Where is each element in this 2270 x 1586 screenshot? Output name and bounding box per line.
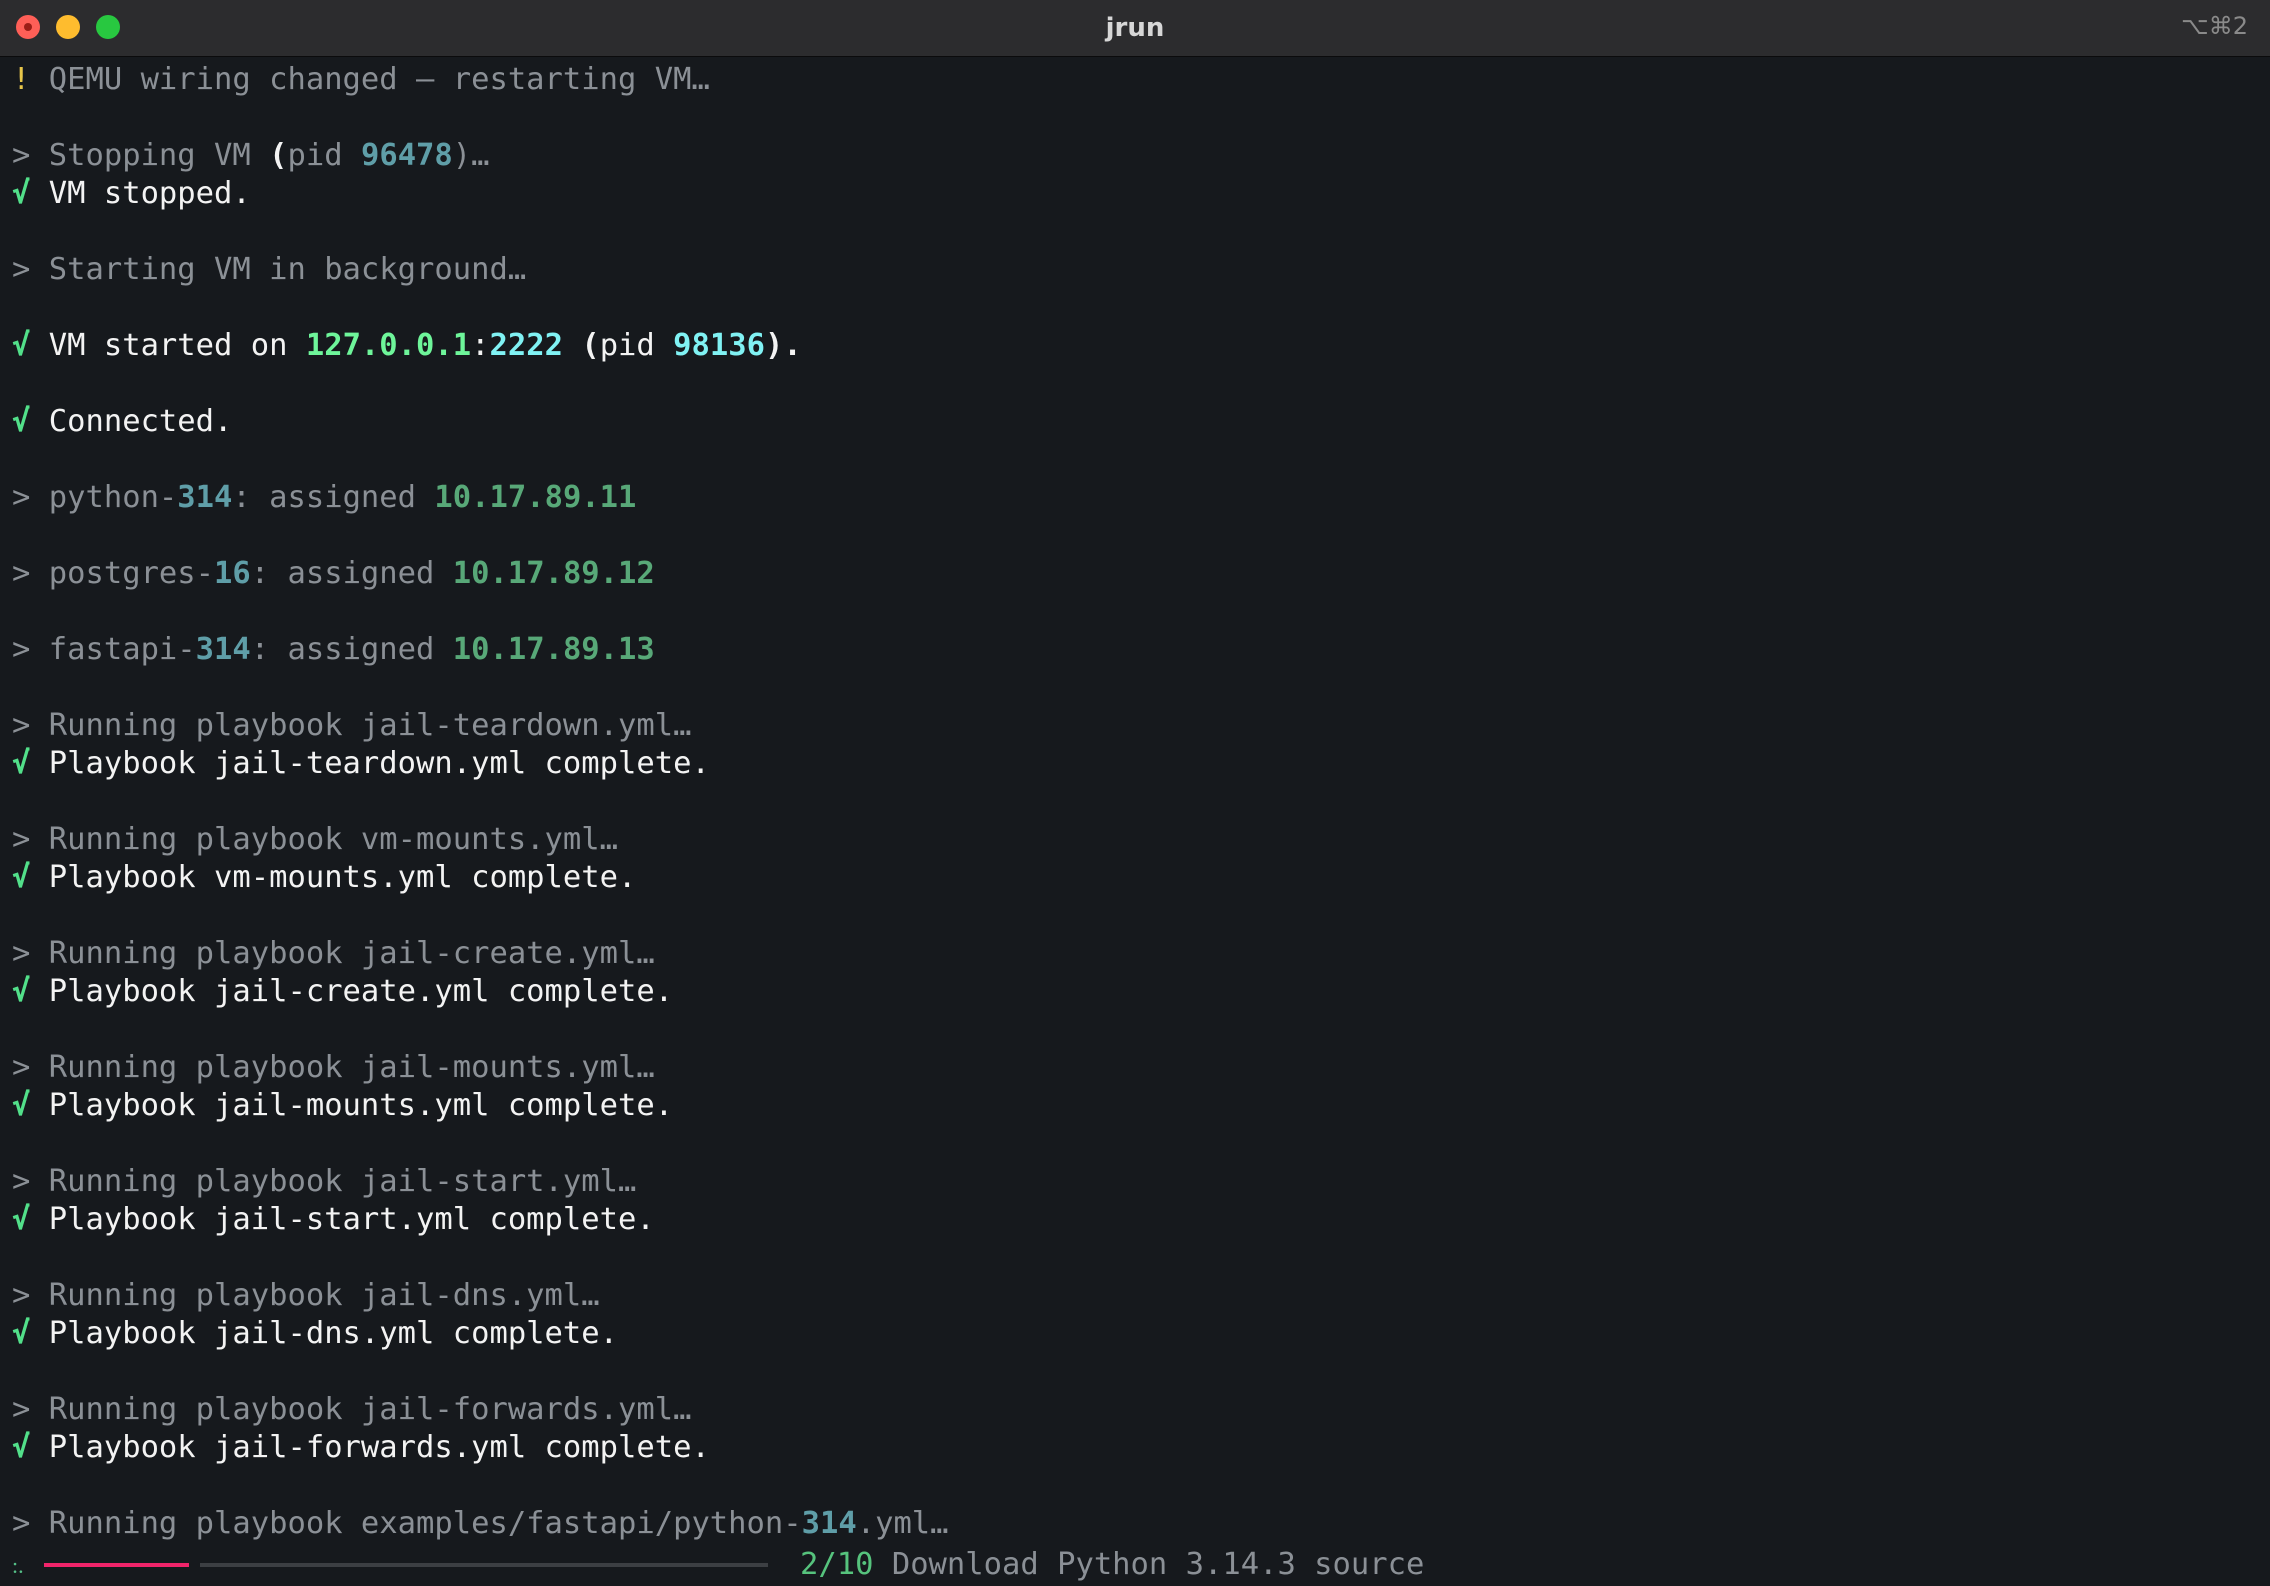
prompt-icon: > [12, 480, 31, 515]
log-line-playbook-complete: √ Playbook vm-mounts.yml complete. [12, 860, 637, 895]
log-line-playbook-running: > Running playbook jail-forwards.yml… [12, 1392, 692, 1427]
check-icon: √ [12, 1316, 31, 1351]
prompt-icon: > [12, 1278, 31, 1313]
log-line-assign-python: > python-314: assigned 10.17.89.11 [12, 480, 637, 515]
check-icon: √ [12, 974, 31, 1009]
prompt-icon: > [12, 822, 31, 857]
prompt-icon: > [12, 936, 31, 971]
pid-value: 98136 [673, 328, 765, 363]
log-line-playbook-running: > Running playbook examples/fastapi/pyth… [12, 1506, 949, 1541]
log-line-playbook-complete: √ Playbook jail-start.yml complete. [12, 1202, 655, 1237]
log-line-playbook-complete: √ Playbook jail-dns.yml complete. [12, 1316, 618, 1351]
log-line-playbook-running: > Running playbook jail-dns.yml… [12, 1278, 600, 1313]
log-line-playbook-complete: √ Playbook jail-create.yml complete. [12, 974, 674, 1009]
port-value: 2222 [489, 328, 563, 363]
window-title: jrun [1105, 13, 1165, 43]
check-icon: √ [12, 176, 31, 211]
ip-address: 10.17.89.12 [452, 556, 655, 591]
log-line-playbook-running: > Running playbook jail-start.yml… [12, 1164, 637, 1199]
prompt-icon: > [12, 632, 31, 667]
log-line-started: √ VM started on 127.0.0.1:2222 (pid 9813… [12, 328, 802, 363]
ip-address: 10.17.89.11 [434, 480, 637, 515]
progress-fill [44, 1563, 189, 1567]
progress-count: 2/10 [800, 1547, 874, 1582]
prompt-icon: > [12, 556, 31, 591]
progress-track [200, 1563, 768, 1567]
check-icon: √ [12, 404, 31, 439]
check-icon: √ [12, 860, 31, 895]
warning-icon: ! [12, 62, 31, 97]
host-address: 127.0.0.1 [305, 328, 472, 363]
log-line-warning: ! QEMU wiring changed — restarting VM… [12, 62, 710, 97]
spinner-icon: :. [12, 1553, 24, 1578]
terminal-window: jrun ⌥⌘2 ! QEMU wiring changed — restart… [0, 0, 2270, 1586]
log-line-playbook-running: > Running playbook jail-create.yml… [12, 936, 655, 971]
prompt-icon: > [12, 252, 31, 287]
log-line-playbook-running: > Running playbook jail-teardown.yml… [12, 708, 692, 743]
log-line-starting: > Starting VM in background… [12, 252, 527, 287]
prompt-icon: > [12, 1392, 31, 1427]
log-line-playbook-running: > Running playbook vm-mounts.yml… [12, 822, 618, 857]
title-bar: jrun ⌥⌘2 [0, 0, 2270, 57]
log-line-assign-fastapi: > fastapi-314: assigned 10.17.89.13 [12, 632, 655, 667]
log-line-stopped: √ VM stopped. [12, 176, 251, 211]
ip-address: 10.17.89.13 [452, 632, 655, 667]
prompt-icon: > [12, 138, 31, 173]
check-icon: √ [12, 1430, 31, 1465]
log-line-connected: √ Connected. [12, 404, 233, 439]
prompt-icon: > [12, 1164, 31, 1199]
check-icon: √ [12, 328, 31, 363]
tab-shortcut: ⌥⌘2 [2181, 12, 2248, 40]
log-line-stopping: > Stopping VM (pid 96478)… [12, 138, 490, 173]
log-line-assign-postgres: > postgres-16: assigned 10.17.89.12 [12, 556, 655, 591]
progress-task: Download Python 3.14.3 source [891, 1547, 1425, 1582]
terminal-output[interactable]: ! QEMU wiring changed — restarting VM… >… [0, 56, 2270, 1586]
progress-status: 2/10 Download Python 3.14.3 source [800, 1545, 1424, 1585]
log-line-playbook-complete: √ Playbook jail-teardown.yml complete. [12, 746, 710, 781]
prompt-icon: > [12, 1506, 31, 1541]
prompt-icon: > [12, 1050, 31, 1085]
pid-value: 96478 [360, 138, 453, 173]
prompt-icon: > [12, 708, 31, 743]
check-icon: √ [12, 746, 31, 781]
log-line-playbook-complete: √ Playbook jail-mounts.yml complete. [12, 1088, 674, 1123]
check-icon: √ [12, 1088, 31, 1123]
check-icon: √ [12, 1202, 31, 1237]
log-line-playbook-running: > Running playbook jail-mounts.yml… [12, 1050, 655, 1085]
log-line-playbook-complete: √ Playbook jail-forwards.yml complete. [12, 1430, 710, 1465]
